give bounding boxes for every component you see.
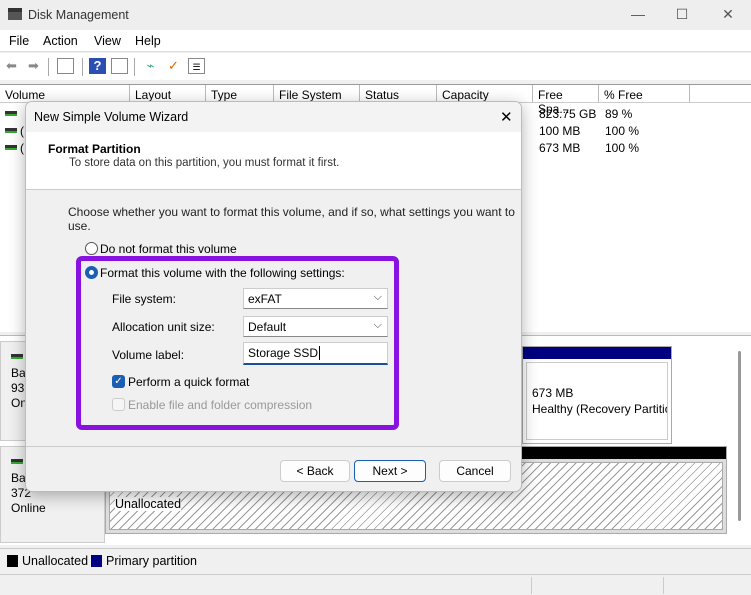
column-percent-free[interactable]: % Free [599, 85, 690, 103]
cancel-button[interactable]: Cancel [439, 460, 511, 482]
minimize-button[interactable]: — [628, 6, 648, 22]
volume-name: ( [20, 124, 24, 138]
status-bar [0, 574, 751, 595]
list-view-icon[interactable]: ☰ [188, 58, 205, 74]
percent-free: 100 % [605, 124, 640, 138]
volume-name: ( [20, 141, 24, 155]
primary-partition-bar [523, 347, 671, 359]
connect-icon[interactable]: ⌁ [142, 58, 159, 74]
back-button[interactable]: < Back [280, 460, 350, 482]
compression-label: Enable file and folder compression [128, 398, 313, 412]
menu-view[interactable]: View [94, 34, 121, 48]
unallocated-label: Unallocated [115, 497, 182, 511]
compression-checkbox[interactable] [112, 398, 125, 411]
partition-size: 673 MB [532, 386, 574, 400]
show-action-pane-icon[interactable] [111, 58, 128, 74]
allocation-unit-value: Default [248, 320, 287, 334]
recovery-partition[interactable]: 673 MB Healthy (Recovery Partitio [522, 346, 672, 444]
percent-free: 100 % [605, 141, 640, 155]
title-bar: Disk Management — ☐ ✕ [0, 0, 751, 30]
file-system-select[interactable]: exFAT ⌵ [243, 288, 388, 309]
menu-help[interactable]: Help [135, 34, 161, 48]
file-system-label: File system: [112, 292, 177, 306]
scrollbar[interactable] [738, 351, 741, 521]
partition-status: Healthy (Recovery Partitio [532, 402, 668, 416]
toolbar: ⬅ ➡ ? ⌁ ✓ ☰ [0, 53, 751, 80]
allocation-unit-select[interactable]: Default ⌵ [243, 316, 388, 337]
toolbar-divider [48, 58, 49, 76]
disk-icon [11, 354, 23, 359]
free-space: 100 MB [539, 124, 581, 138]
toolbar-divider [134, 58, 135, 76]
back-arrow-icon[interactable]: ⬅ [3, 58, 20, 74]
primary-swatch [91, 555, 102, 567]
properties-icon[interactable]: ✓ [165, 58, 182, 74]
quick-format-checkbox[interactable]: ✓ [112, 375, 125, 388]
volume-label-input[interactable]: Storage SSD [243, 342, 388, 365]
percent-free: 89 % [605, 107, 633, 121]
column-free-space[interactable]: Free Spa... [533, 85, 599, 116]
next-button[interactable]: Next > [354, 460, 426, 482]
file-system-value: exFAT [248, 292, 282, 306]
menu-action[interactable]: Action [43, 34, 78, 48]
maximize-button[interactable]: ☐ [672, 6, 692, 23]
legend-primary: Primary partition [106, 554, 197, 568]
toolbar-divider [82, 58, 83, 76]
status-divider [663, 577, 664, 594]
chevron-down-icon: ⌵ [373, 319, 382, 331]
no-format-radio[interactable] [85, 242, 98, 255]
no-format-label[interactable]: Do not format this volume [100, 242, 237, 256]
dialog-title: New Simple Volume Wizard [34, 110, 189, 124]
volume-label-label: Volume label: [112, 348, 185, 362]
page-heading: Format Partition [48, 142, 141, 156]
page-subheading: To store data on this partition, you mus… [69, 157, 340, 169]
menu-bar: File Action View Help [0, 30, 751, 52]
disk-icon [11, 459, 23, 464]
dialog-header: Format Partition To store data on this p… [26, 132, 521, 190]
dialog-title-bar: New Simple Volume Wizard ✕ [26, 102, 521, 132]
help-icon[interactable]: ? [89, 58, 106, 74]
free-space: 673 MB [539, 141, 581, 155]
dialog-close-button[interactable]: ✕ [500, 108, 513, 126]
free-space: 823.75 GB [539, 107, 597, 121]
window-title: Disk Management [28, 8, 129, 22]
legend-unallocated: Unallocated [22, 554, 89, 568]
forward-arrow-icon[interactable]: ➡ [25, 58, 42, 74]
unallocated-swatch [7, 555, 18, 567]
chevron-down-icon: ⌵ [373, 291, 382, 303]
quick-format-label[interactable]: Perform a quick format [128, 375, 249, 389]
format-radio[interactable] [85, 266, 98, 279]
format-label[interactable]: Format this volume with the following se… [100, 266, 345, 280]
drive-icon [5, 111, 17, 116]
show-hide-console-icon[interactable] [57, 58, 74, 74]
status-divider [531, 577, 532, 594]
new-simple-volume-wizard: New Simple Volume Wizard ✕ Format Partit… [25, 101, 522, 492]
dialog-divider [26, 446, 521, 447]
disk-status: Online [11, 501, 46, 515]
column-filler [690, 85, 751, 103]
menu-file[interactable]: File [9, 34, 29, 48]
volume-label-value: Storage SSD [248, 346, 319, 360]
drive-icon [5, 128, 17, 133]
drive-icon [5, 145, 17, 150]
prompt-text: Choose whether you want to format this v… [68, 205, 515, 233]
legend: Unallocated Primary partition [0, 548, 751, 572]
allocation-unit-label: Allocation unit size: [112, 320, 215, 334]
disk-management-icon [8, 8, 22, 20]
close-button[interactable]: ✕ [718, 6, 738, 23]
